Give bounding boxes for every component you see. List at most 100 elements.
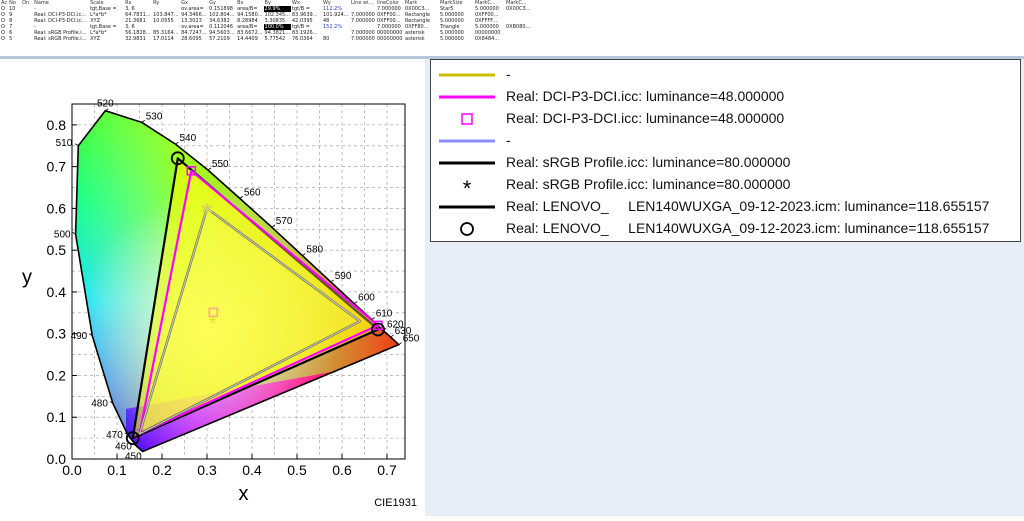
svg-text:*: * <box>463 176 472 196</box>
grid-cell: 0X00C3... <box>506 6 531 12</box>
legend-symbol-line <box>439 205 495 209</box>
chart-legend: - Real: DCI-P3-DCI.icc: luminance=48.0000… <box>430 59 1021 242</box>
y-tick-label: 0.8 <box>47 117 67 133</box>
chromaticity-chart-pane: * ✱ 450 460 470 480 490 500 510 520 530 540 550 560 5… <box>0 59 425 516</box>
wavelength-label: 460 <box>115 441 132 452</box>
grid-cell: 0XB080... <box>506 24 531 30</box>
cie-chromaticity-chart: *✱ 4504604704804905005105205305405505605… <box>22 99 420 509</box>
legend-entry-label: Real: DCI-P3-DCI.icc: luminance=48.00000… <box>506 110 785 126</box>
grid-cell: 00000000 <box>377 36 403 42</box>
wavelength-label: 490 <box>71 331 88 342</box>
legend-symbol-line <box>439 73 495 77</box>
y-tick-label: 0.3 <box>47 326 67 342</box>
legend-symbol-asterisk: * <box>463 176 472 196</box>
y-tick-label: 0.4 <box>47 284 67 300</box>
wavelength-tick <box>239 196 244 199</box>
grid-row[interactable]: O 5 Real: sRGB Profile.i... XYZ 32.9831 17.01… <box>0 36 536 42</box>
wavelength-tick <box>330 279 334 283</box>
legend-symbol-line <box>439 139 495 143</box>
grid-cell: 5.000000 <box>440 36 464 42</box>
grid-cell: O <box>1 36 5 42</box>
wavelength-label: 610 <box>376 309 393 320</box>
grid-cell: 76.0364 <box>292 36 313 42</box>
grid-cell: asterisk <box>405 36 425 42</box>
grid-cell: 5.77542 <box>264 36 286 42</box>
wavelength-label: 600 <box>358 293 375 304</box>
x-tick-label: 0.1 <box>107 462 127 478</box>
grid-cell: XYZ <box>90 36 100 42</box>
y-tick-label: 0.6 <box>47 200 67 216</box>
grid-cell: 5 <box>9 36 13 42</box>
legend-entry: Real: sRGB Profile.icc: luminance=80.000… <box>431 152 1020 174</box>
chart-footer: CIE1931 <box>374 497 417 509</box>
legend-entry-label: - <box>506 132 511 148</box>
legend-entry: * Real: sRGB Profile.icc: luminance=80.00… <box>431 174 1020 196</box>
grid-cell: 7.000000 <box>351 18 375 24</box>
y-tick-label: 0.5 <box>47 242 67 258</box>
legend-entry: Real: LENOVO_ LEN140WUXGA_09-12-2023.icm… <box>431 196 1020 218</box>
legend-entry: Real: DCI-P3-DCI.icc: luminance=48.00000… <box>431 86 1020 108</box>
legend-entry: - <box>431 64 1020 86</box>
legend-entry-label: Real: sRGB Profile.icc: luminance=80.000… <box>506 176 791 192</box>
legend-symbol-circle <box>460 222 474 236</box>
legend-entry-label: - <box>506 66 511 82</box>
grid-cell: 17.0114 <box>153 36 174 42</box>
grid-cell <box>21 36 33 42</box>
x-tick-label: 0.5 <box>287 462 307 478</box>
wavelength-label: 560 <box>244 187 261 198</box>
grid-cell: 28.6095 <box>181 36 202 42</box>
wavelength-tick <box>353 301 358 304</box>
legend-symbol-line <box>439 95 495 99</box>
wavelength-label: 500 <box>54 229 71 240</box>
wavelength-tick <box>75 143 79 147</box>
legend-entry-label: Real: sRGB Profile.icc: luminance=80.000… <box>506 154 791 170</box>
grid-cell: 57.2109 <box>209 36 230 42</box>
grid-column-header: Line wi... <box>351 0 374 6</box>
wavelength-label: 590 <box>335 271 352 282</box>
y-axis-label: y <box>22 267 32 289</box>
profile-grid-body: Ac No On Name Scale Rx Ry Gx Gy Bx By Wx Wy Line wi..… <box>0 0 536 42</box>
wavelength-tick <box>302 253 306 256</box>
wavelength-label: 540 <box>180 133 197 144</box>
legend-symbol-line <box>439 161 495 165</box>
grid-cell: Real: DCI-P3-DCI.ic... <box>34 18 87 24</box>
legend-symbol-square <box>461 113 473 125</box>
wavelength-tick <box>141 120 145 123</box>
grid-cell: 32.9831 <box>125 36 146 42</box>
wavelength-label: 470 <box>106 430 123 441</box>
srgb-white-asterisk-marker: * <box>209 314 216 334</box>
wavelength-tick <box>390 334 394 338</box>
legend-entry: Real: DCI-P3-DCI.icc: luminance=48.00000… <box>431 108 1020 130</box>
y-tick-label: 0.2 <box>47 367 67 383</box>
wavelength-label: 570 <box>276 216 293 227</box>
wavelength-label: 530 <box>146 111 163 122</box>
y-tick-label: 0.7 <box>47 159 67 175</box>
wavelength-tick <box>398 342 402 345</box>
x-tick-label: 0.6 <box>332 462 352 478</box>
grid-cell: Real: sRGB Profile.i... <box>34 36 87 42</box>
wavelength-label: 480 <box>91 398 108 409</box>
legend-entry-label: Real: LENOVO_ LEN140WUXGA_09-12-2023.icm… <box>506 198 990 214</box>
wavelength-label: 580 <box>306 245 323 256</box>
x-tick-label: 0.7 <box>377 462 397 478</box>
grid-cell: 80 <box>323 36 330 42</box>
wavelength-tick <box>371 317 375 320</box>
wavelength-label: 510 <box>56 138 73 149</box>
grid-cell: 0X8484... <box>475 36 500 42</box>
legend-entry-label: Real: DCI-P3-DCI.icc: luminance=48.00000… <box>506 88 785 104</box>
legend-entry-label: Real: LENOVO_ LEN140WUXGA_09-12-2023.icm… <box>506 220 990 236</box>
y-tick-label: 0.0 <box>47 451 67 467</box>
x-tick-label: 0.3 <box>197 462 217 478</box>
target-star-marker: ✱ <box>200 201 213 218</box>
grid-cell: 14.4409 <box>237 36 258 42</box>
wavelength-label: 450 <box>125 451 142 462</box>
x-tick-label: 0.2 <box>152 462 172 478</box>
grid-cell: 7.000000 <box>351 36 375 42</box>
wavelength-tick <box>175 141 179 145</box>
wavelength-tick <box>207 167 212 171</box>
x-tick-label: 0.4 <box>242 462 262 478</box>
profile-grid[interactable]: Ac No On Name Scale Rx Ry Gx Gy Bx By Wx Wy Line wi..… <box>0 0 1024 56</box>
wavelength-label: 550 <box>212 159 229 170</box>
x-axis-label: x <box>239 483 249 505</box>
legend-entry: Real: LENOVO_ LEN140WUXGA_09-12-2023.icm… <box>431 218 1020 240</box>
